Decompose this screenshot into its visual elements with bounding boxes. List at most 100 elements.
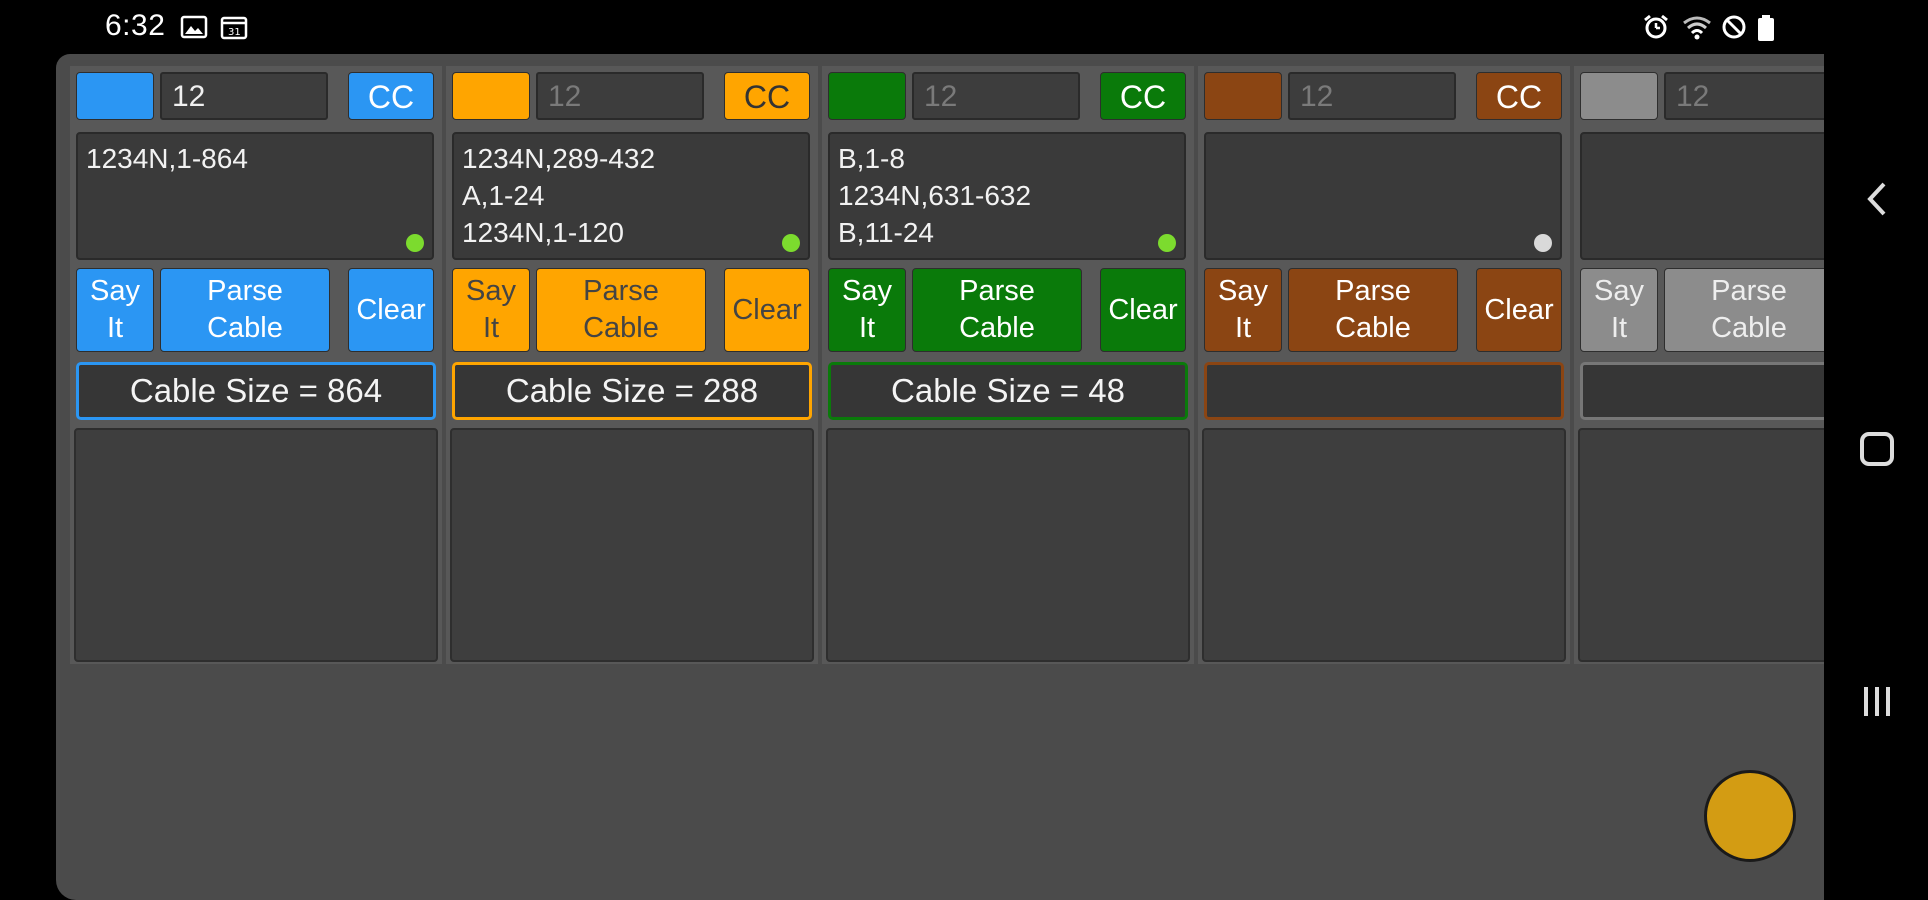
cable-column-2: 12 CC 1234N,289-432 A,1-24 1234N,1-120 S…: [446, 66, 818, 664]
cable-column-4: 12 CC Say It Parse Cable Clear: [1198, 66, 1570, 664]
battery-icon: [1756, 14, 1776, 41]
parse-cable-button[interactable]: Parse Cable: [912, 268, 1082, 352]
action-buttons: Say It Parse Cable Clear: [446, 268, 818, 354]
status-bar: 6:32 31: [0, 0, 1928, 54]
text-line: B,11-24: [838, 217, 934, 248]
gallery-icon: [180, 14, 208, 40]
say-label: Say: [842, 275, 892, 307]
say-it-button[interactable]: Say It: [828, 268, 906, 352]
color-swatch-button[interactable]: [828, 72, 906, 120]
parse-label: Parse: [207, 275, 283, 307]
say-it-button[interactable]: Say It: [1580, 268, 1658, 352]
parse-cable-button[interactable]: Parse Cable: [1664, 268, 1824, 352]
navigation-bar: [1824, 0, 1928, 900]
color-swatch-button[interactable]: [1580, 72, 1658, 120]
cable-text-input[interactable]: B,1-8 1234N,631-632 B,11-24: [828, 132, 1186, 260]
calendar-icon: 31: [220, 14, 248, 40]
cable-label: Cable: [207, 312, 283, 344]
cable-size-display: Cable Size = 864: [76, 362, 436, 420]
text-line: 1234N,289-432: [462, 143, 656, 174]
it-label: It: [1234, 312, 1252, 344]
say-label: Say: [1218, 275, 1268, 307]
fiber-count-input[interactable]: 12: [1288, 72, 1456, 120]
parse-label: Parse: [959, 275, 1035, 307]
it-label: It: [106, 312, 124, 344]
column-header: 12: [1574, 66, 1824, 122]
wifi-icon: [1682, 14, 1711, 40]
color-swatch-button[interactable]: [452, 72, 530, 120]
parse-label: Parse: [1335, 275, 1411, 307]
clear-button[interactable]: Clear: [348, 268, 434, 352]
cable-text-input[interactable]: [1580, 132, 1824, 260]
parse-label: Parse: [1711, 275, 1787, 307]
clear-button[interactable]: Clear: [1100, 268, 1186, 352]
action-buttons: Say It Parse Cable Clear: [822, 268, 1194, 354]
column-header: 12 CC: [822, 66, 1194, 122]
cable-label: Cable: [583, 312, 659, 344]
text-line: 1234N,1-120: [462, 217, 624, 248]
fiber-count-input[interactable]: 12: [536, 72, 704, 120]
cable-size-display: [1580, 362, 1824, 420]
status-indicator-dot: [1534, 234, 1552, 252]
svg-text:31: 31: [228, 27, 241, 38]
action-buttons: Say It Parse Cable Clear: [70, 268, 442, 354]
cc-button[interactable]: CC: [724, 72, 810, 120]
color-swatch-button[interactable]: [76, 72, 154, 120]
action-buttons: Say It Parse Cable Clear: [1198, 268, 1570, 354]
say-label: Say: [90, 275, 140, 307]
do-not-disturb-icon: [1720, 14, 1748, 40]
fiber-count-input[interactable]: 12: [1664, 72, 1824, 120]
say-label: Say: [1594, 275, 1644, 307]
cc-button[interactable]: CC: [1100, 72, 1186, 120]
text-line: A,1-24: [462, 180, 545, 211]
cable-text-input[interactable]: 1234N,289-432 A,1-24 1234N,1-120: [452, 132, 810, 260]
cc-button[interactable]: CC: [1476, 72, 1562, 120]
status-indicator-dot: [406, 234, 424, 252]
cable-text-input[interactable]: [1204, 132, 1562, 260]
cable-column-3: 12 CC B,1-8 1234N,631-632 B,11-24 Say It…: [822, 66, 1194, 664]
cable-label: Cable: [1711, 312, 1787, 344]
output-area: [1578, 428, 1824, 662]
cc-button[interactable]: CC: [348, 72, 434, 120]
say-it-button[interactable]: Say It: [76, 268, 154, 352]
color-swatch-button[interactable]: [1204, 72, 1282, 120]
say-it-button[interactable]: Say It: [1204, 268, 1282, 352]
it-label: It: [482, 312, 500, 344]
back-icon[interactable]: [1852, 174, 1902, 224]
floating-action-button[interactable]: [1704, 770, 1796, 862]
parse-cable-button[interactable]: Parse Cable: [160, 268, 330, 352]
status-indicator-dot: [1158, 234, 1176, 252]
column-header: 12 CC: [446, 66, 818, 122]
fiber-count-input[interactable]: 12: [912, 72, 1080, 120]
cable-size-display: [1204, 362, 1564, 420]
text-line: 1234N,631-632: [838, 180, 1032, 211]
fiber-count-input[interactable]: 12: [160, 72, 328, 120]
cable-column-1: 12 CC 1234N,1-864 Say It Parse Cable Cle…: [70, 66, 442, 664]
parse-cable-button[interactable]: Parse Cable: [1288, 268, 1458, 352]
app-panel: 12 CC 1234N,1-864 Say It Parse Cable Cle…: [56, 54, 1824, 900]
output-area: [826, 428, 1190, 662]
say-it-button[interactable]: Say It: [452, 268, 530, 352]
text-line: B,1-8: [838, 143, 905, 174]
action-buttons: Say It Parse Cable: [1574, 268, 1824, 354]
parse-cable-button[interactable]: Parse Cable: [536, 268, 706, 352]
cable-size-display: Cable Size = 48: [828, 362, 1188, 420]
cable-column-5: 12 Say It Parse Cable: [1574, 66, 1824, 664]
column-header: 12 CC: [70, 66, 442, 122]
column-header: 12 CC: [1198, 66, 1570, 122]
output-area: [450, 428, 814, 662]
status-time: 6:32: [105, 9, 166, 42]
output-area: [74, 428, 438, 662]
cable-label: Cable: [1335, 312, 1411, 344]
clear-button[interactable]: Clear: [724, 268, 810, 352]
clear-button[interactable]: Clear: [1476, 268, 1562, 352]
cable-label: Cable: [959, 312, 1035, 344]
cable-size-display: Cable Size = 288: [452, 362, 812, 420]
cable-text-input[interactable]: 1234N,1-864: [76, 132, 434, 260]
it-label: It: [858, 312, 876, 344]
say-label: Say: [466, 275, 516, 307]
status-indicator-dot: [782, 234, 800, 252]
recents-icon[interactable]: [1852, 678, 1902, 728]
text-line: 1234N,1-864: [86, 143, 248, 174]
home-icon[interactable]: [1852, 426, 1902, 476]
